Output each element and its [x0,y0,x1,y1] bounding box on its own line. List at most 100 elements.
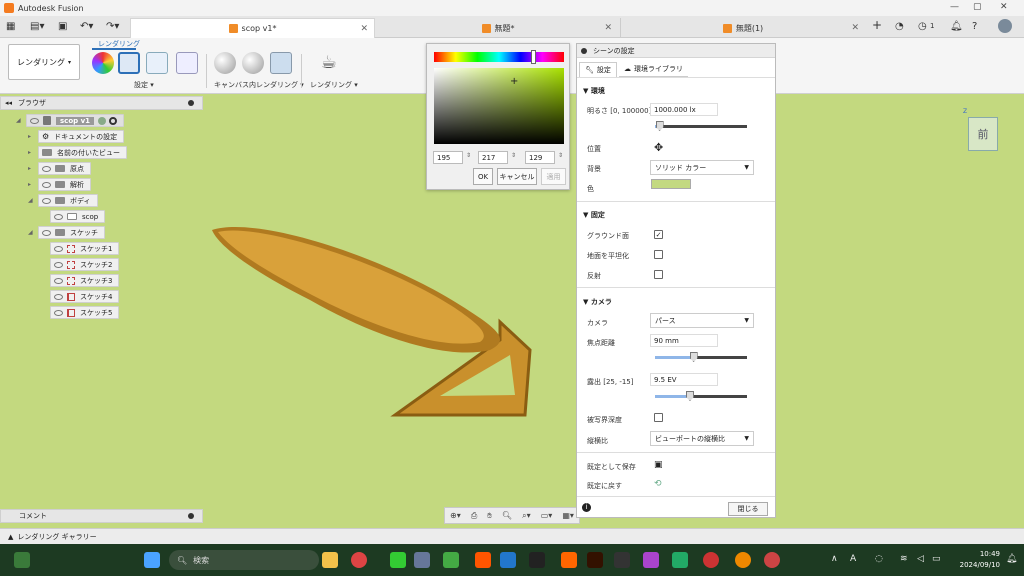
workspace-switcher[interactable]: レンダリング ▾ [8,44,80,80]
move-icon[interactable]: ✥ [654,141,663,154]
fusion-taskbar-icon[interactable] [561,552,577,568]
group-render-label[interactable]: レンダリング ▾ [310,80,358,90]
file-explorer-icon[interactable] [322,552,338,568]
browser-header[interactable]: ◂◂ ブラウザ [0,96,203,110]
color-crosshair-icon[interactable]: + [510,76,518,87]
tree-item-analysis[interactable]: 解析 [38,178,91,191]
expand-icon[interactable]: ◢ [16,117,21,124]
tab-environment-library[interactable]: ☁ 環境ライブラリ [619,62,688,77]
zoom-icon[interactable]: 🔍︎ [502,511,512,520]
green-input[interactable]: 217 [478,151,508,164]
tree-item-named-views[interactable]: 名前の付いたビュー [38,146,127,159]
ground-section[interactable]: ▼ 固定 [583,210,605,220]
tree-item-origin[interactable]: 原点 [38,162,91,175]
green-stepper[interactable]: ⇕ [511,152,516,159]
in-canvas-render-icon[interactable] [214,52,236,74]
chevron-up-icon[interactable]: ▲ [8,533,13,541]
save-icon[interactable]: ▣ [654,460,663,470]
close-tab-icon[interactable]: ✕ [851,23,859,33]
scene-settings-icon[interactable] [118,52,140,74]
slider-handle[interactable] [689,352,698,362]
saturation-value-area[interactable] [434,68,564,144]
exposure-slider[interactable] [655,391,747,401]
tree-item-sketch5[interactable]: スケッチ5 [50,306,120,319]
ime-indicator[interactable]: A [850,554,856,564]
apply-button[interactable]: 適用 [541,168,566,185]
orbit-icon[interactable]: ⊕▾ [450,511,461,520]
ok-button[interactable]: OK [473,168,493,185]
eye-icon[interactable] [54,293,63,300]
tab-scop[interactable]: scop v1* ✕ [130,18,375,38]
notifications-icon[interactable]: 🔔︎ [950,21,963,32]
reflection-checkbox[interactable] [654,270,663,279]
new-tab-icon[interactable]: + [872,18,882,32]
close-tab-icon[interactable]: ✕ [360,24,368,34]
radio-icon[interactable] [109,116,118,125]
widgets-icon[interactable] [14,552,30,568]
canvas-settings-icon[interactable] [242,52,264,74]
slider-handle[interactable] [685,391,694,401]
redo-icon[interactable]: ↷▾ [106,21,119,32]
exposure-input[interactable]: 9.5 EV [650,373,718,386]
cancel-button[interactable]: キャンセル [497,168,537,185]
close-window-icon[interactable]: ✕ [1000,2,1008,12]
slider-handle[interactable] [655,121,664,131]
capture-image-icon[interactable] [270,52,292,74]
brightness-input[interactable]: 1000.000 lx [650,103,718,116]
minimize-icon[interactable]: — [950,2,959,12]
eye-icon[interactable] [42,181,51,188]
brightness-slider[interactable] [655,121,747,131]
comment-panel[interactable]: コメント [0,509,203,523]
tree-root[interactable]: scop v1 [26,114,125,127]
tray-expand-icon[interactable]: ∧ [831,554,838,564]
app-icon[interactable] [703,552,719,568]
tree-item-sketch1[interactable]: スケッチ1 [50,242,120,255]
depth-of-field-checkbox[interactable] [654,413,663,422]
close-button[interactable]: 閉じる [728,502,768,516]
app-tray-icon[interactable]: ◌ [875,554,883,564]
grid-settings-icon[interactable]: ▦▾ [562,511,574,520]
texture-map-icon[interactable] [146,52,168,74]
battery-icon[interactable]: ▭ [932,554,941,564]
app-icon[interactable] [414,552,430,568]
tree-item-sketches[interactable]: スケッチ [38,226,105,239]
chrome-icon[interactable] [764,552,780,568]
flatten-ground-checkbox[interactable] [654,250,663,259]
start-icon[interactable] [144,552,160,568]
appearance-icon[interactable] [92,52,114,74]
eye-icon[interactable] [30,117,39,124]
look-at-icon[interactable]: ⎙ [471,511,477,521]
group-setup-label[interactable]: 設定 ▾ [134,80,154,90]
eye-icon[interactable] [42,165,51,172]
wifi-icon[interactable]: ≋ [900,554,908,564]
camera-section[interactable]: ▼ カメラ [583,297,612,307]
spoon-model[interactable] [200,200,580,430]
group-canvas-label[interactable]: キャンバス内レンダリング ▾ [214,80,304,90]
illustrator-icon[interactable] [587,552,603,568]
extensions-icon[interactable]: ◔ [895,21,904,32]
info-icon[interactable]: i [582,503,591,512]
color-swatch[interactable] [651,179,691,189]
red-stepper[interactable]: ⇕ [466,152,471,159]
app-icon[interactable] [672,552,688,568]
taskbar-search[interactable]: 🔍︎ 検索 [169,550,319,570]
user-avatar[interactable] [998,19,1012,33]
blender-icon[interactable] [735,552,751,568]
eye-icon[interactable] [54,213,63,220]
pin-icon[interactable] [188,100,194,106]
tab-untitled-1[interactable]: 無題(1) ✕ [620,18,865,38]
help-icon[interactable]: ? [972,21,977,32]
camera-select[interactable]: パース ▼ [650,313,754,328]
tab-untitled[interactable]: 無題* ✕ [378,18,618,38]
app-icon[interactable] [500,552,516,568]
app-icon[interactable] [529,552,545,568]
brave-icon[interactable] [475,552,491,568]
file-menu-icon[interactable]: ▤▾ [30,21,44,32]
focal-length-input[interactable]: 90 mm [650,334,718,347]
rendering-gallery-bar[interactable]: ▲ レンダリング ギャラリー [0,528,1024,544]
eye-icon[interactable] [42,197,51,204]
app-icon[interactable] [643,552,659,568]
volume-icon[interactable]: ◁ [917,554,924,564]
red-input[interactable]: 195 [433,151,463,164]
blue-stepper[interactable]: ⇕ [558,152,563,159]
